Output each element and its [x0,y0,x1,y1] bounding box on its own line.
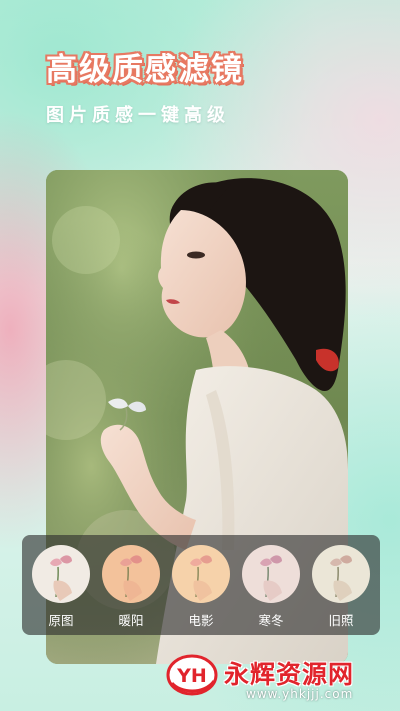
filter-label: 电影 [188,613,214,628]
filter-thumbnail [32,545,90,603]
watermark-name: 永辉资源网 [224,660,355,689]
watermark-url: www.yhkjjj.com [246,687,354,701]
filter-thumbnail [172,545,230,603]
filter-thumbnail [102,545,160,603]
filter-label: 寒冬 [258,613,284,628]
filter-label: 旧照 [328,613,354,628]
filter-label: 原图 [48,613,74,628]
filter-warm-sun[interactable]: 暖阳 [102,545,160,631]
filter-old-photo[interactable]: 旧照 [312,545,370,631]
filter-label: 暖阳 [118,613,144,628]
site-watermark: YH 永辉资源网 www.yhkjjj.com [166,651,392,707]
promo-title: 高级质感滤镜 [46,52,244,88]
watermark-logo: YH [166,654,218,696]
filter-thumbnail [312,545,370,603]
filter-winter[interactable]: 寒冬 [242,545,300,631]
filter-original[interactable]: 原图 [32,545,90,631]
promo-subtitle: 图片质感一键高级 [46,105,230,126]
watermark-logo-text: YH [176,665,207,687]
filter-selector: 原图 暖阳 电影 寒冬 旧照 [22,535,380,635]
filter-cinema[interactable]: 电影 [172,545,230,631]
filter-thumbnail [242,545,300,603]
